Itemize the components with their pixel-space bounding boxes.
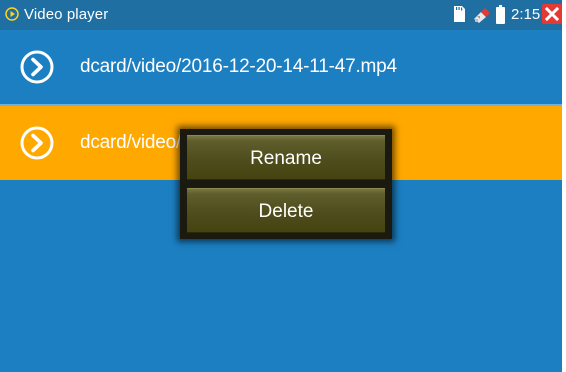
file-name: dcard/video/ [80,132,182,153]
play-circle-icon[interactable] [20,126,54,160]
close-icon[interactable] [542,4,562,24]
status-bar: Video player 2:15 PM [0,0,566,30]
list-item[interactable]: dcard/video/2016-12-20-14-11-47.mp4 [0,30,562,104]
play-circle-icon [5,7,19,21]
context-menu: Rename Delete [180,129,392,239]
video-player-screen: Video player 2:15 PM dcard/video/2016-12… [0,0,566,372]
rename-button[interactable]: Rename [187,135,385,180]
play-circle-icon[interactable] [20,50,54,84]
delete-button[interactable]: Delete [187,188,385,233]
sd-card-icon [454,6,465,22]
app-title: Video player [24,6,109,23]
battery-icon [496,5,505,24]
file-name: dcard/video/2016-12-20-14-11-47.mp4 [80,56,397,77]
usb-icon [474,8,490,23]
